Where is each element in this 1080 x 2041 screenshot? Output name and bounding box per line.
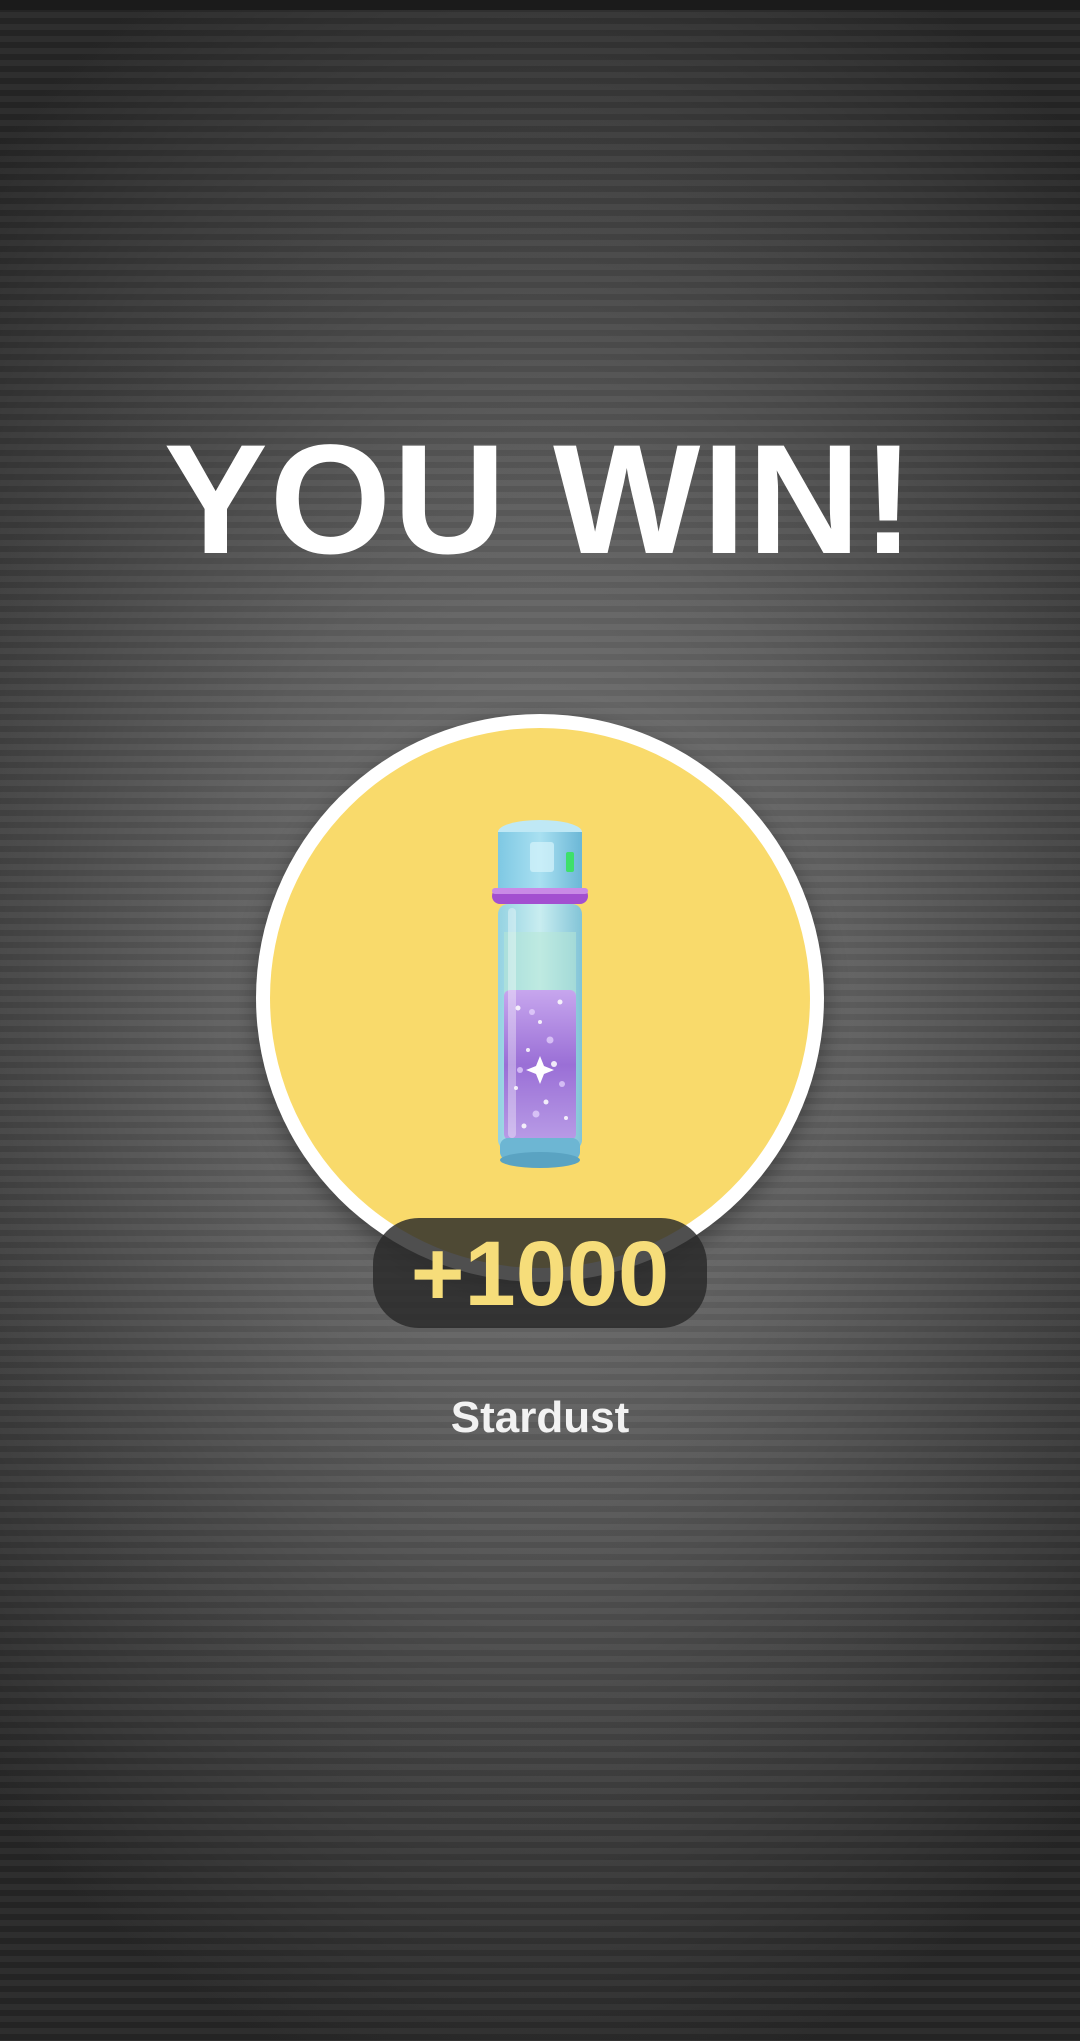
reward-amount-pill: +1000	[373, 1218, 707, 1328]
status-bar	[0, 0, 1080, 10]
stardust-vial-icon	[492, 820, 588, 1168]
win-title: YOU WIN!	[163, 413, 917, 587]
reward-name: Stardust	[450, 1393, 630, 1442]
reward-amount: +1000	[410, 1223, 670, 1325]
reward-screen: YOU WIN! +1000 Stardust	[0, 0, 1080, 2041]
